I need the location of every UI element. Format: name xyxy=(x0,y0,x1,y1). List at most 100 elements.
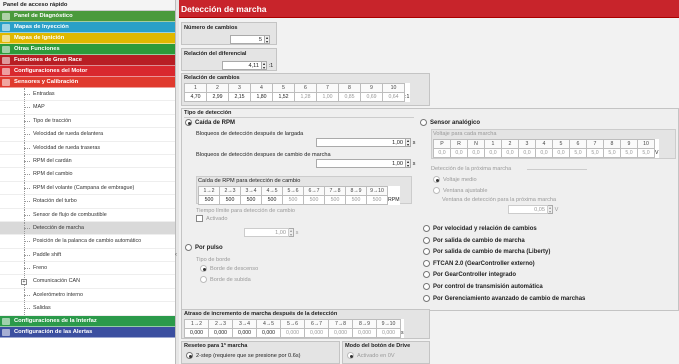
table-value-cell[interactable]: 1,80 xyxy=(250,92,273,102)
sidebar-item[interactable]: Velocidad de rueda traseras xyxy=(0,141,175,155)
sidebar-item[interactable]: Acelerómetro interno xyxy=(0,288,175,303)
table-value-cell[interactable]: 500 xyxy=(303,195,325,205)
table-value-cell[interactable]: 500 xyxy=(345,195,367,205)
detection-option[interactable]: Por control de transmisión automática xyxy=(423,283,543,290)
table-value-cell[interactable]: 1,28 xyxy=(294,92,317,102)
sidebar-item[interactable]: Posición de la palanca de cambio automát… xyxy=(0,235,175,249)
rpm-drop-radio[interactable] xyxy=(185,119,192,126)
sidebar-item[interactable]: Salidas xyxy=(0,302,175,316)
detection-option[interactable]: FTCAN 2.0 (GearController externo) xyxy=(423,259,535,267)
table-value-cell[interactable]: 5,0 xyxy=(603,148,621,158)
sidebar-category[interactable]: Panel de Diagnóstico xyxy=(0,11,175,22)
table-value-cell[interactable]: 0,000 xyxy=(352,328,377,338)
time-limit-input[interactable]: 1,00 xyxy=(244,228,289,237)
sidebar-item[interactable]: Tipo de tracción xyxy=(0,114,175,129)
reset-radio[interactable] xyxy=(186,352,193,359)
sidebar-item[interactable]: RPM del cardán xyxy=(0,154,175,169)
shift-block-input[interactable]: 1,00 xyxy=(316,159,406,168)
drive-radio[interactable] xyxy=(347,352,354,359)
sidebar-category[interactable]: Mapas de Inyección xyxy=(0,22,175,33)
adjustable-window-radio[interactable] xyxy=(433,187,440,194)
table-value-cell[interactable]: 0,85 xyxy=(338,92,361,102)
detection-option-radio[interactable] xyxy=(423,248,430,256)
detection-option-radio[interactable] xyxy=(423,225,430,232)
sidebar-category[interactable]: Configuraciones del Motor xyxy=(0,66,175,77)
time-limit-spinner[interactable]: ▲ ▼ xyxy=(289,228,294,237)
launch-block-spinner[interactable]: ▲ ▼ xyxy=(406,138,411,147)
table-value-cell[interactable]: 0,000 xyxy=(280,328,305,338)
sidebar-category[interactable]: Otras Funciones xyxy=(0,44,175,55)
sidebar-item[interactable]: RPM del cambio xyxy=(0,168,175,182)
table-value-cell[interactable]: 0,000 xyxy=(232,328,257,338)
table-value-cell[interactable]: 0,0 xyxy=(467,148,485,158)
table-value-cell[interactable]: 0,0 xyxy=(535,148,553,158)
table-value-cell[interactable]: 0,000 xyxy=(304,328,329,338)
detection-option-radio[interactable] xyxy=(423,236,430,244)
table-value-cell[interactable]: 5,0 xyxy=(586,148,604,158)
table-value-cell[interactable]: 0,0 xyxy=(518,148,536,158)
table-value-cell[interactable]: 1,00 xyxy=(316,92,339,102)
expand-icon[interactable]: + xyxy=(21,279,27,286)
rising-edge-radio[interactable] xyxy=(200,276,207,283)
sidebar-category[interactable]: Configuración de las Alertas xyxy=(0,326,175,338)
table-value-cell[interactable]: 5,0 xyxy=(637,148,655,158)
table-value-cell[interactable]: 5,0 xyxy=(569,148,587,158)
table-value-cell[interactable]: 4,70 xyxy=(184,92,207,102)
table-value-cell[interactable]: 500 xyxy=(324,195,346,205)
table-value-cell[interactable]: 0,69 xyxy=(360,92,383,102)
table-value-cell[interactable]: 0,0 xyxy=(484,148,502,158)
sidebar-item[interactable]: Velocidad de rueda delantera xyxy=(0,128,175,142)
window-spinner[interactable]: ▲ ▼ xyxy=(548,205,553,214)
table-value-cell[interactable]: 0,000 xyxy=(184,328,209,338)
time-limit-checkbox[interactable] xyxy=(196,215,203,222)
differential-input[interactable]: 4,11 xyxy=(222,61,262,70)
table-value-cell[interactable]: 2,99 xyxy=(206,92,229,102)
sidebar-category[interactable]: Sensores y Calibración xyxy=(0,77,175,88)
num-gears-input[interactable]: 5 xyxy=(230,35,265,44)
mid-voltage-radio[interactable] xyxy=(433,176,440,183)
sidebar-item[interactable]: Rotación del turbo xyxy=(0,195,175,209)
table-value-cell[interactable]: 500 xyxy=(366,195,388,205)
detection-option-radio[interactable] xyxy=(423,271,430,279)
table-value-cell[interactable]: 0,0 xyxy=(450,148,468,158)
detection-option[interactable]: Por velocidad y relación de cambios xyxy=(423,225,537,232)
table-value-cell[interactable]: 500 xyxy=(282,195,304,205)
table-value-cell[interactable]: 500 xyxy=(261,195,283,205)
detection-option-radio[interactable] xyxy=(423,259,430,267)
table-value-cell[interactable]: 2,15 xyxy=(228,92,251,102)
window-input[interactable]: 0,05 xyxy=(508,205,548,214)
detection-option[interactable]: Por GearController integrado xyxy=(423,271,516,278)
sidebar-category[interactable]: Funciones de Gran Race xyxy=(0,55,175,66)
sidebar-item[interactable]: RPM del volante (Campana de embrague) xyxy=(0,181,175,196)
table-value-cell[interactable]: 1,52 xyxy=(272,92,295,102)
sidebar-item[interactable]: Freno xyxy=(0,262,175,276)
pulse-radio[interactable] xyxy=(185,244,192,251)
differential-spinner[interactable]: ▲ ▼ xyxy=(262,61,267,70)
detection-option[interactable]: Por salida de cambio de marcha xyxy=(423,236,525,244)
num-gears-spinner[interactable]: ▲ ▼ xyxy=(265,35,270,44)
sidebar-item[interactable]: MAP xyxy=(0,101,175,115)
sidebar-category[interactable]: Mapas de Ignición xyxy=(0,33,175,44)
table-value-cell[interactable]: 500 xyxy=(240,195,262,205)
analog-sensor-radio[interactable] xyxy=(420,119,427,126)
detection-option[interactable]: Por Gerenciamiento avanzado de cambio de… xyxy=(423,294,585,302)
table-value-cell[interactable]: 0,64 xyxy=(382,92,405,102)
table-value-cell[interactable]: 0,000 xyxy=(376,328,401,338)
sidebar-category[interactable]: Configuraciones de la Interfaz xyxy=(0,315,175,327)
launch-block-input[interactable]: 1,00 xyxy=(316,138,406,147)
sidebar-item[interactable]: Paddle shift xyxy=(0,248,175,263)
detection-option-radio[interactable] xyxy=(423,283,430,290)
sidebar-item[interactable]: Sensor de flujo de combustible xyxy=(0,208,175,222)
collapse-arrow-icon[interactable]: ‹ xyxy=(175,252,177,258)
shift-block-spinner[interactable]: ▲ ▼ xyxy=(406,159,411,168)
table-value-cell[interactable]: 0,0 xyxy=(433,148,451,158)
table-value-cell[interactable]: 0,000 xyxy=(208,328,233,338)
sidebar-item[interactable]: + Comunicación CAN xyxy=(0,275,175,289)
sidebar-item[interactable]: Detección de marcha xyxy=(0,221,175,236)
table-value-cell[interactable]: 500 xyxy=(219,195,241,205)
table-value-cell[interactable]: 0,000 xyxy=(256,328,281,338)
table-value-cell[interactable]: 0,0 xyxy=(552,148,570,158)
falling-edge-radio[interactable] xyxy=(200,265,207,272)
table-value-cell[interactable]: 5,0 xyxy=(620,148,638,158)
table-value-cell[interactable]: 500 xyxy=(198,195,220,205)
